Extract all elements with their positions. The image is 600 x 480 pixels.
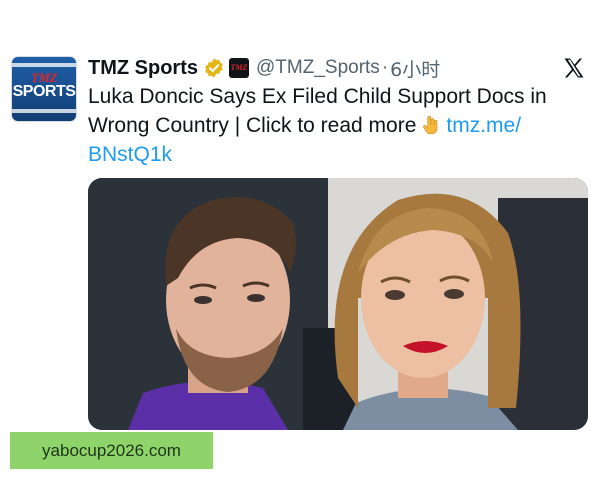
tweet-body: Luka Doncic Says Ex Filed Child Support …	[88, 82, 588, 169]
avatar-stripe	[12, 109, 76, 113]
avatar[interactable]: TMZ SPORTS	[12, 57, 76, 121]
avatar-brand-main: SPORTS	[12, 83, 76, 100]
photo-illustration	[88, 178, 588, 430]
x-logo-icon[interactable]	[562, 56, 586, 80]
tweet-card[interactable]: TMZ SPORTS TMZ Sports TMZ @TMZ_Sports · …	[0, 0, 600, 480]
text-divider: |	[234, 114, 241, 137]
watermark-banner: yabocup2026.com	[10, 432, 213, 469]
verified-gold-badge-icon[interactable]	[203, 57, 225, 79]
tweet-timestamp[interactable]: 6小时	[390, 55, 440, 82]
tweet-link-part-1[interactable]: tmz.me/	[446, 114, 521, 137]
user-handle[interactable]: @TMZ_Sports	[256, 57, 380, 79]
avatar-stripe	[12, 63, 76, 67]
tweet-link-part-2[interactable]: BNstQ1k	[88, 143, 172, 166]
tweet-media-image[interactable]	[88, 178, 588, 430]
tmz-affiliate-badge-icon[interactable]: TMZ	[229, 58, 249, 78]
watermark-text: yabocup2026.com	[42, 440, 181, 460]
display-name[interactable]: TMZ Sports	[88, 57, 198, 80]
affiliate-badge-text: TMZ	[230, 63, 248, 72]
header-separator: ·	[381, 57, 389, 78]
pointing-down-emoji-icon	[423, 116, 438, 135]
tweet-header: TMZ Sports TMZ @TMZ_Sports · 6小时	[88, 54, 440, 82]
cta-text: Click to read more	[246, 114, 417, 137]
